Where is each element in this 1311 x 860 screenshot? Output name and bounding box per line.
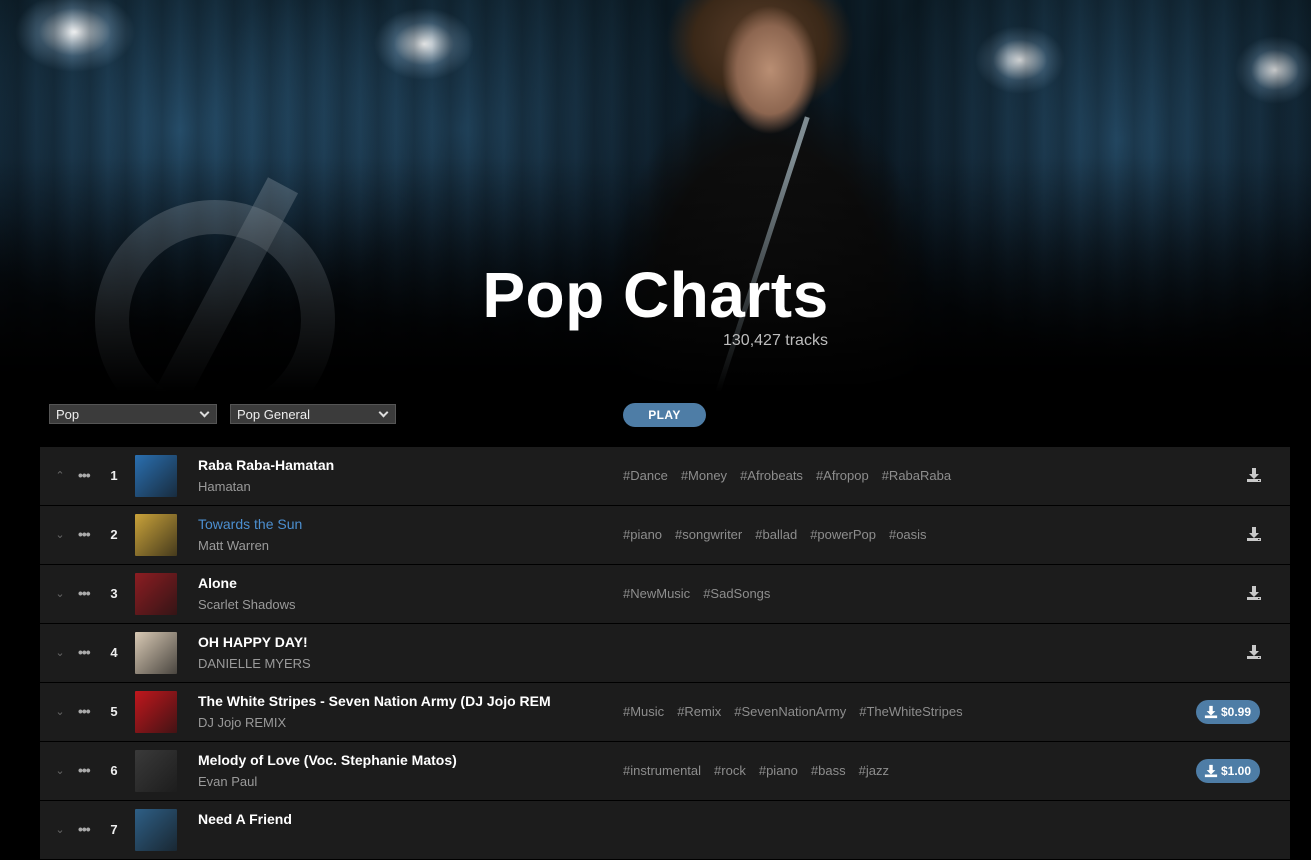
chevron-down-icon[interactable]: ⌄	[54, 646, 66, 660]
track-rank: 2	[110, 527, 118, 542]
tag-link[interactable]: #TheWhiteStripes	[859, 704, 962, 719]
download-icon[interactable]	[1246, 467, 1262, 483]
play-button[interactable]: PLAY	[623, 403, 706, 427]
hero-banner: Pop Charts 130,427 tracks	[0, 0, 1311, 392]
track-artist[interactable]: DANIELLE MYERS	[198, 656, 311, 671]
track-title[interactable]: Alone	[198, 575, 237, 591]
track-list: ⌃ ••• 1 Raba Raba-Hamatan Hamatan #Dance #Mone…	[40, 447, 1290, 860]
track-row[interactable]: ⌄ ••• 7 Need A Friend	[40, 801, 1290, 860]
track-rank: 6	[110, 763, 118, 778]
track-tags: #instrumental #rock #piano #bass #jazz	[623, 763, 902, 778]
tag-link[interactable]: #piano	[759, 763, 798, 778]
track-row[interactable]: ⌄ ••• 6 Melody of Love (Voc. Stephanie Mato…	[40, 742, 1290, 801]
buy-button[interactable]: $1.00	[1195, 759, 1260, 783]
more-options-icon[interactable]: •••	[78, 762, 94, 778]
genre-select-value: Pop	[56, 407, 80, 422]
track-count: 130,427 tracks	[723, 332, 828, 349]
filter-controls: Pop Pop General PLAY	[0, 403, 1311, 427]
more-options-icon[interactable]: •••	[78, 821, 94, 837]
track-artist[interactable]: Matt Warren	[198, 538, 269, 553]
track-rank: 5	[110, 704, 118, 719]
chevron-down-icon[interactable]: ⌄	[54, 705, 66, 719]
tag-link[interactable]: #Music	[623, 704, 664, 719]
tag-link[interactable]: #instrumental	[623, 763, 701, 778]
track-title[interactable]: Towards the Sun	[198, 516, 302, 532]
download-icon	[1204, 764, 1221, 778]
album-art[interactable]	[135, 573, 177, 615]
buy-button[interactable]: $0.99	[1195, 700, 1260, 724]
price-label: $1.00	[1220, 764, 1251, 778]
track-artist[interactable]: Evan Paul	[198, 774, 257, 789]
tag-link[interactable]: #ballad	[755, 527, 797, 542]
track-row[interactable]: ⌄ ••• 2 Towards the Sun Matt Warren #piano #so…	[40, 506, 1290, 565]
track-title[interactable]: Raba Raba-Hamatan	[198, 457, 334, 473]
album-art[interactable]	[135, 750, 177, 792]
track-tags: #NewMusic #SadSongs	[623, 586, 783, 601]
track-rank: 4	[110, 645, 118, 660]
genre-select[interactable]: Pop	[49, 404, 217, 424]
track-tags: #Music #Remix #SevenNationArmy #TheWhiteStr…	[623, 704, 976, 719]
track-rank: 7	[110, 822, 118, 837]
track-artist[interactable]: DJ Jojo REMIX	[198, 715, 286, 730]
album-art[interactable]	[135, 632, 177, 674]
more-options-icon[interactable]: •••	[78, 467, 94, 483]
subgenre-select-value: Pop General	[237, 407, 310, 422]
tag-link[interactable]: #SevenNationArmy	[734, 704, 846, 719]
track-rank: 1	[110, 468, 118, 483]
track-title[interactable]: OH HAPPY DAY!	[198, 634, 308, 650]
chevron-down-icon[interactable]: ⌄	[54, 823, 66, 837]
price-label: $0.99	[1220, 705, 1251, 719]
track-tags: #Dance #Money #Afrobeats #Afropop #RabaRaba	[623, 468, 964, 483]
chevrons-up-icon[interactable]: ⌃	[54, 469, 66, 483]
track-artist[interactable]: Scarlet Shadows	[198, 597, 296, 612]
album-art[interactable]	[135, 514, 177, 556]
tag-link[interactable]: #songwriter	[675, 527, 742, 542]
tag-link[interactable]: #Dance	[623, 468, 668, 483]
album-art[interactable]	[135, 691, 177, 733]
hero-fade	[0, 0, 1311, 392]
track-rank: 3	[110, 586, 118, 601]
track-row[interactable]: ⌄ ••• 5 The White Stripes - Seven Nation Ar…	[40, 683, 1290, 742]
tag-link[interactable]: #Afropop	[816, 468, 869, 483]
tag-link[interactable]: #Money	[681, 468, 727, 483]
chevron-down-icon[interactable]: ⌄	[54, 587, 66, 601]
page-title: Pop Charts	[482, 259, 829, 331]
tag-link[interactable]: #Remix	[677, 704, 721, 719]
chevron-down-icon[interactable]: ⌄	[54, 764, 66, 778]
chevron-down-icon	[378, 407, 389, 418]
album-art[interactable]	[135, 455, 177, 497]
more-options-icon[interactable]: •••	[78, 585, 94, 601]
track-artist[interactable]: Hamatan	[198, 479, 251, 494]
album-art[interactable]	[135, 809, 177, 851]
more-options-icon[interactable]: •••	[78, 526, 94, 542]
subgenre-select[interactable]: Pop General	[230, 404, 396, 424]
tag-link[interactable]: #oasis	[889, 527, 927, 542]
tag-link[interactable]: #rock	[714, 763, 746, 778]
track-row[interactable]: ⌄ ••• 3 Alone Scarlet Shadows #NewMusic #SadSo…	[40, 565, 1290, 624]
track-tags: #piano #songwriter #ballad #powerPop #oasis	[623, 527, 940, 542]
download-icon	[1204, 705, 1221, 719]
tag-link[interactable]: #RabaRaba	[882, 468, 951, 483]
track-title[interactable]: Need A Friend	[198, 811, 292, 827]
chevron-down-icon[interactable]: ⌄	[54, 528, 66, 542]
download-icon[interactable]	[1246, 585, 1262, 601]
track-row[interactable]: ⌃ ••• 1 Raba Raba-Hamatan Hamatan #Dance #Mone…	[40, 447, 1290, 506]
download-icon[interactable]	[1246, 526, 1262, 542]
download-icon[interactable]	[1246, 644, 1262, 660]
tag-link[interactable]: #bass	[811, 763, 846, 778]
chevron-down-icon	[199, 407, 210, 418]
more-options-icon[interactable]: •••	[78, 644, 94, 660]
tag-link[interactable]: #Afrobeats	[740, 468, 803, 483]
track-row[interactable]: ⌄ ••• 4 OH HAPPY DAY! DANIELLE MYERS	[40, 624, 1290, 683]
tag-link[interactable]: #piano	[623, 527, 662, 542]
tag-link[interactable]: #NewMusic	[623, 586, 690, 601]
track-title[interactable]: The White Stripes - Seven Nation Army (D…	[198, 693, 551, 709]
tag-link[interactable]: #powerPop	[810, 527, 876, 542]
tag-link[interactable]: #jazz	[859, 763, 889, 778]
track-title[interactable]: Melody of Love (Voc. Stephanie Matos)	[198, 752, 457, 768]
more-options-icon[interactable]: •••	[78, 703, 94, 719]
tag-link[interactable]: #SadSongs	[703, 586, 770, 601]
